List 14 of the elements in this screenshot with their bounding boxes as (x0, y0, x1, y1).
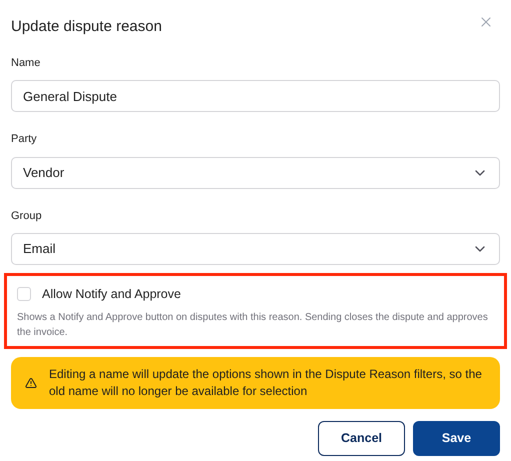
cancel-button[interactable]: Cancel (318, 420, 405, 456)
select-field[interactable]: Email (11, 233, 500, 265)
field-label: Name (11, 56, 42, 70)
save-button[interactable]: Save (413, 420, 500, 456)
warning-icon (25, 376, 37, 389)
checkbox[interactable] (17, 287, 31, 302)
help-text: Shows a Notify and Approve button on disputes with this reason. Sending closes the dispute and approves the invoice. (17, 310, 489, 340)
warning-text: Editing a name will update the options shown in the Dispute Reason filters, so the old name will no longer be available for selection (49, 366, 483, 400)
checkbox-label: Allow Notify and Approve (42, 286, 181, 303)
field-label: Party (11, 132, 38, 147)
field-label: Group (11, 208, 43, 224)
dialog-title: Update dispute reason (11, 17, 162, 37)
input-field[interactable]: General Dispute (11, 80, 500, 112)
select-field[interactable]: Vendor (11, 156, 500, 188)
